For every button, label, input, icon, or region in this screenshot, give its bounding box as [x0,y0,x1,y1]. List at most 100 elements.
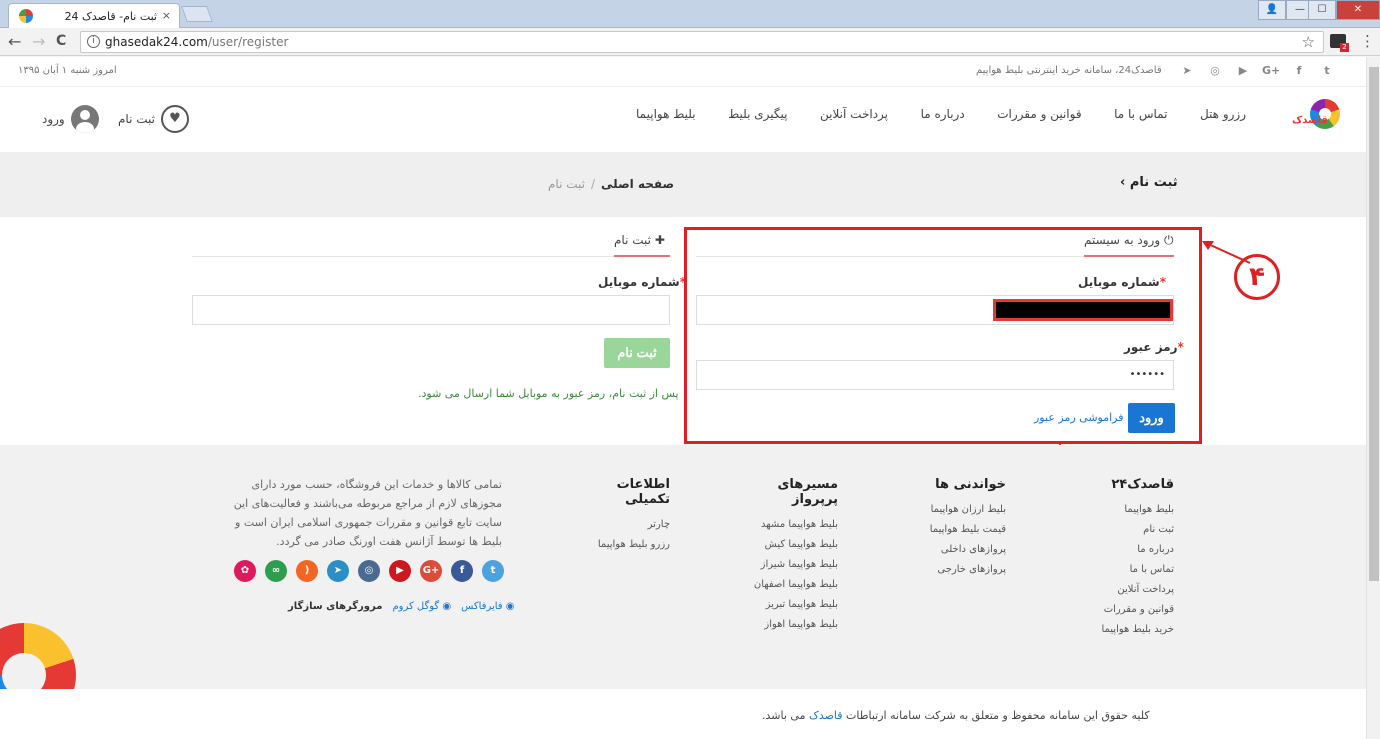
reload-button[interactable]: C [56,33,66,49]
scrollbar-thumb[interactable] [1369,67,1379,581]
twitter-icon[interactable]: t [1318,63,1336,79]
browser-menu-icon[interactable]: ⋮ [1360,32,1375,50]
browsers-label: مرورگرهای سازگار [288,601,383,612]
chrome-icon: ◉ [442,601,452,612]
footer-link[interactable]: چارتر [580,519,670,530]
nav-item-contact[interactable]: تماس با ما [1114,107,1167,121]
footer-link[interactable]: ثبت نام [1088,524,1174,535]
footer-link[interactable]: رزرو بلیط هواپیما [580,539,670,550]
page-viewport: امروز شنبه ۱ آبان ۱۳۹۵ قاصدک24، سامانه خ… [0,57,1366,739]
register-mobile-input[interactable] [192,295,670,325]
register-note: پس از ثبت نام، رمز عبور به موبایل شما ار… [418,387,679,400]
firefox-icon: ◉ [505,601,515,612]
facebook-icon[interactable]: f [451,560,473,582]
new-tab-button[interactable] [181,6,213,22]
chrome-link[interactable]: ◉ گوگل کروم [392,601,451,612]
footer-social-links: ✿ ∞) ➤ ◎ ▶ G+ f t [234,560,504,582]
footer-link[interactable]: پروازهای خارجی [910,564,1006,575]
window-user-icon[interactable]: 👤 [1258,0,1286,20]
footer-link[interactable]: بلیط هواپیما کیش [734,539,838,550]
footer-link[interactable]: بلیط هواپیما تبریز [734,599,838,610]
telegram-icon[interactable]: ➤ [1178,63,1196,79]
login-link[interactable]: ورود [42,105,99,133]
footer-link[interactable]: بلیط هواپیما شیراز [734,559,838,570]
telegram-icon[interactable]: ➤ [327,560,349,582]
footer-link[interactable]: خرید بلیط هواپیما [1088,624,1174,635]
url-field[interactable]: i ghasedak24.com/user/register ☆ [80,31,1324,53]
tab-title: ثبت نام- قاصدک 24 [64,10,157,23]
copyright-suffix: می باشد. [762,709,806,722]
page-scrollbar[interactable] [1366,57,1380,739]
forward-button[interactable]: → [32,32,45,51]
aparat-icon[interactable]: ∞ [265,560,287,582]
url-text: ghasedak24.com/user/register [105,35,288,49]
breadcrumb-separator: / [590,177,596,191]
footer-link[interactable]: قیمت بلیط هواپیما [910,524,1006,535]
copyright-prefix: کلیه حقوق این سامانه محفوظ و متعلق به شر… [846,709,1150,722]
firefox-link[interactable]: ◉ فایرفاکس [461,601,514,612]
instagram-icon[interactable]: ◎ [358,560,380,582]
register-link[interactable]: ثبت نام ♥ [118,105,189,133]
compatible-browsers: مرورگرهای سازگار ◉ گوگل کروم ◉ فایرفاکس [288,601,515,612]
twitter-icon[interactable]: t [482,560,504,582]
register-panel-title-text: ثبت نام [614,233,651,247]
footer-link[interactable]: درباره ما [1088,544,1174,555]
bookmark-star-icon[interactable]: ☆ [1302,33,1315,51]
youtube-icon[interactable]: ▶ [389,560,411,582]
footer-col-readings: خواندنی ها بلیط ارزان هواپیما قیمت بلیط ه… [910,477,1006,584]
browser-tab[interactable]: ثبت نام- قاصدک 24 × [8,3,180,28]
nav-item-flight-ticket[interactable]: بلیط هواپیما [636,107,696,121]
breadcrumb: صفحه اصلی / ثبت نام [548,177,674,191]
user-avatar-icon [70,105,99,133]
youtube-icon[interactable]: ▶ [1234,63,1252,79]
copyright-bar: کلیه حقوق این سامانه محفوظ و متعلق به شر… [0,689,1366,739]
footer-col-routes: مسیرهای پرپرواز بلیط هواپیما مشهد بلیط هو… [734,477,838,639]
footer-link[interactable]: پرداخت آنلاین [1088,584,1174,595]
chevron-left-icon: › [1120,175,1126,190]
register-submit-button[interactable]: ثبت نام [604,338,670,368]
facebook-icon[interactable]: f [1290,63,1308,79]
register-panel-divider [192,256,670,257]
nav-item-track-ticket[interactable]: پیگیری بلیط [728,107,787,121]
site-tagline: قاصدک24، سامانه خرید اینترنتی بلیط هواپی… [976,65,1162,76]
footer-link[interactable]: تماس با ما [1088,564,1174,575]
info-icon[interactable]: i [87,35,100,48]
instagram-icon[interactable]: ◎ [1206,63,1224,79]
cloob-icon[interactable]: ✿ [234,560,256,582]
tab-close-icon[interactable]: × [162,9,171,22]
nav-item-about[interactable]: درباره ما [921,107,965,121]
breadcrumb-home[interactable]: صفحه اصلی [601,177,674,191]
footer-about-text: تمامی کالاها و خدمات این فروشگاه، حسب مو… [233,478,502,548]
copyright-brand-link[interactable]: قاصدک [809,709,843,722]
nav-item-rules[interactable]: قوانین و مقررات [997,107,1081,121]
url-path: /user/register [207,35,289,49]
breadcrumb-current: ثبت نام [548,177,585,191]
firefox-link-text: فایرفاکس [461,601,503,612]
footer-link[interactable]: قوانین و مقررات [1088,604,1174,615]
register-link-label: ثبت نام [118,112,155,126]
register-mobile-label-text: شماره موبایل [598,275,680,289]
back-button[interactable]: ← [8,32,21,51]
footer-link[interactable]: بلیط هواپیما اهواز [734,619,838,630]
annotation-highlight-box [684,227,1202,444]
nav-item-hotel[interactable]: رزرو هتل [1200,107,1246,121]
footer-link[interactable]: بلیط هواپیما اصفهان [734,579,838,590]
window-close-button[interactable]: ✕ [1336,0,1380,20]
browser-tabbar: ثبت نام- قاصدک 24 × 👤 — ☐ ✕ [0,0,1380,28]
site-logo[interactable]: قاصدک [1292,99,1340,133]
footer-link[interactable]: پروازهای داخلی [910,544,1006,555]
footer-link[interactable]: بلیط هواپیما مشهد [734,519,838,530]
google-plus-icon[interactable]: G+ [1262,63,1280,79]
rss-icon[interactable]: ) [296,560,318,582]
footer-link[interactable]: بلیط ارزان هواپیما [910,504,1006,515]
window-maximize-button[interactable]: ☐ [1308,0,1336,20]
google-plus-icon[interactable]: G+ [420,560,442,582]
main-nav: بلیط هواپیما پیگیری بلیط پرداخت آنلاین د… [636,107,1246,121]
nav-item-online-payment[interactable]: پرداخت آنلاین [820,107,888,121]
footer-col-title: اطلاعات تکمیلی [616,477,670,507]
url-host: ghasedak24.com [105,35,208,49]
add-user-icon: ✚ [654,233,665,247]
footer-col-title: مسیرهای پرپرواز [777,477,838,507]
copyright-text: کلیه حقوق این سامانه محفوظ و متعلق به شر… [762,709,1150,722]
footer-link[interactable]: بلیط هواپیما [1088,504,1174,515]
